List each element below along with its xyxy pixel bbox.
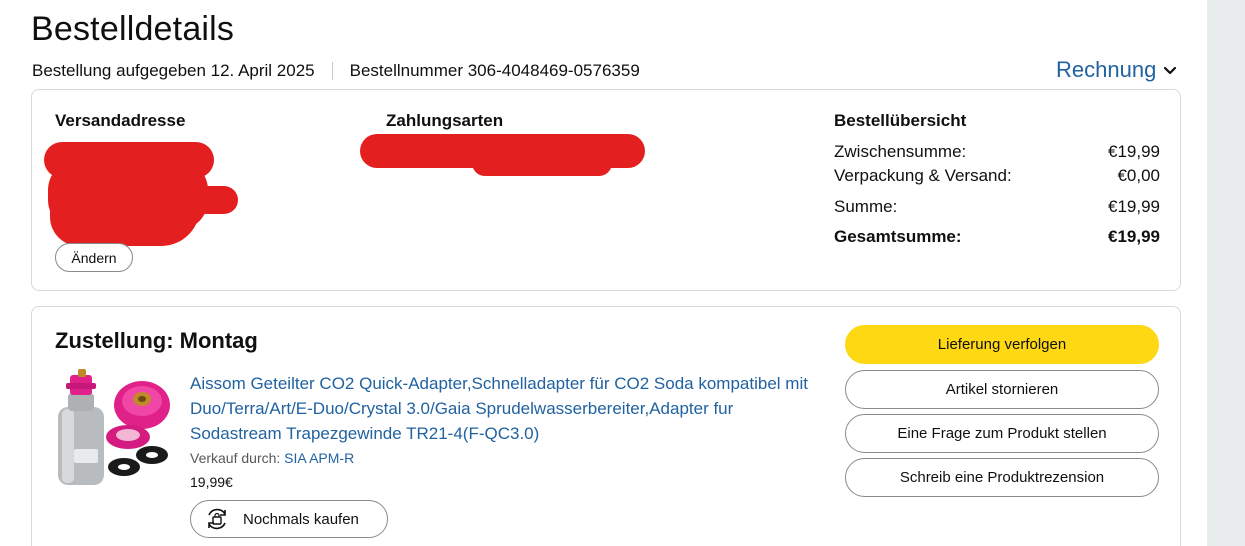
delivery-card: Zustellung: Montag Aissom Geteilter CO2 … [31,306,1181,546]
redaction-mark [472,150,612,176]
page-side-strip [1207,0,1245,546]
redaction-mark [50,178,200,246]
summary-value: €0,00 [1117,166,1160,185]
meta-divider [331,62,333,80]
summary-value: €19,99 [1108,142,1160,161]
redaction-mark [192,186,238,214]
summary-row-shipping: Verpackung & Versand: €0,00 [834,166,1160,186]
product-title-link[interactable]: Aissom Geteilter CO2 Quick-Adapter,Schne… [190,371,820,446]
summary-label: Summe: [834,197,898,216]
order-meta: Bestellung aufgegeben 12. April 2025 Bes… [32,61,640,81]
order-number: Bestellnummer 306-4048469-0576359 [349,61,640,80]
product-price: 19,99€ [190,474,233,490]
delivery-heading: Zustellung: Montag [55,328,258,353]
change-address-button[interactable]: Ändern [55,243,133,272]
summary-label: Gesamtsumme: [834,227,962,246]
summary-value: €19,99 [1108,227,1160,246]
buy-again-label: Nochmals kaufen [243,510,359,528]
track-delivery-button[interactable]: Lieferung verfolgen [845,325,1159,364]
cancel-item-button[interactable]: Artikel stornieren [845,370,1159,409]
reorder-icon [208,508,226,530]
product-image[interactable] [54,369,172,485]
order-info-card: Versandadresse Ändern Zahlungsarten Best… [31,89,1181,291]
invoice-label: Rechnung [1056,57,1157,82]
order-date: Bestellung aufgegeben 12. April 2025 [32,61,315,80]
seller-prefix: Verkauf durch: [190,450,281,466]
summary-value: €19,99 [1108,197,1160,216]
order-summary-heading: Bestellübersicht [834,111,967,130]
payment-methods-heading: Zahlungsarten [386,111,504,130]
summary-row-sum: Summe: €19,99 [834,197,1160,217]
chevron-down-icon [1164,66,1177,75]
page-title: Bestelldetails [31,10,235,48]
summary-label: Verpackung & Versand: [834,166,1012,185]
summary-row-total: Gesamtsumme: €19,99 [834,227,1160,247]
seller-info: Verkauf durch: SIA APM-R [190,450,354,466]
write-review-button[interactable]: Schreib eine Produktrezension [845,458,1159,497]
summary-label: Zwischensumme: [834,142,967,161]
ask-question-button[interactable]: Eine Frage zum Produkt stellen [845,414,1159,453]
invoice-dropdown[interactable]: Rechnung [1056,57,1178,83]
seller-link[interactable]: SIA APM-R [284,450,354,466]
buy-again-button[interactable]: Nochmals kaufen [190,500,388,538]
shipping-address-heading: Versandadresse [55,111,186,130]
summary-row-subtotal: Zwischensumme: €19,99 [834,142,1160,162]
